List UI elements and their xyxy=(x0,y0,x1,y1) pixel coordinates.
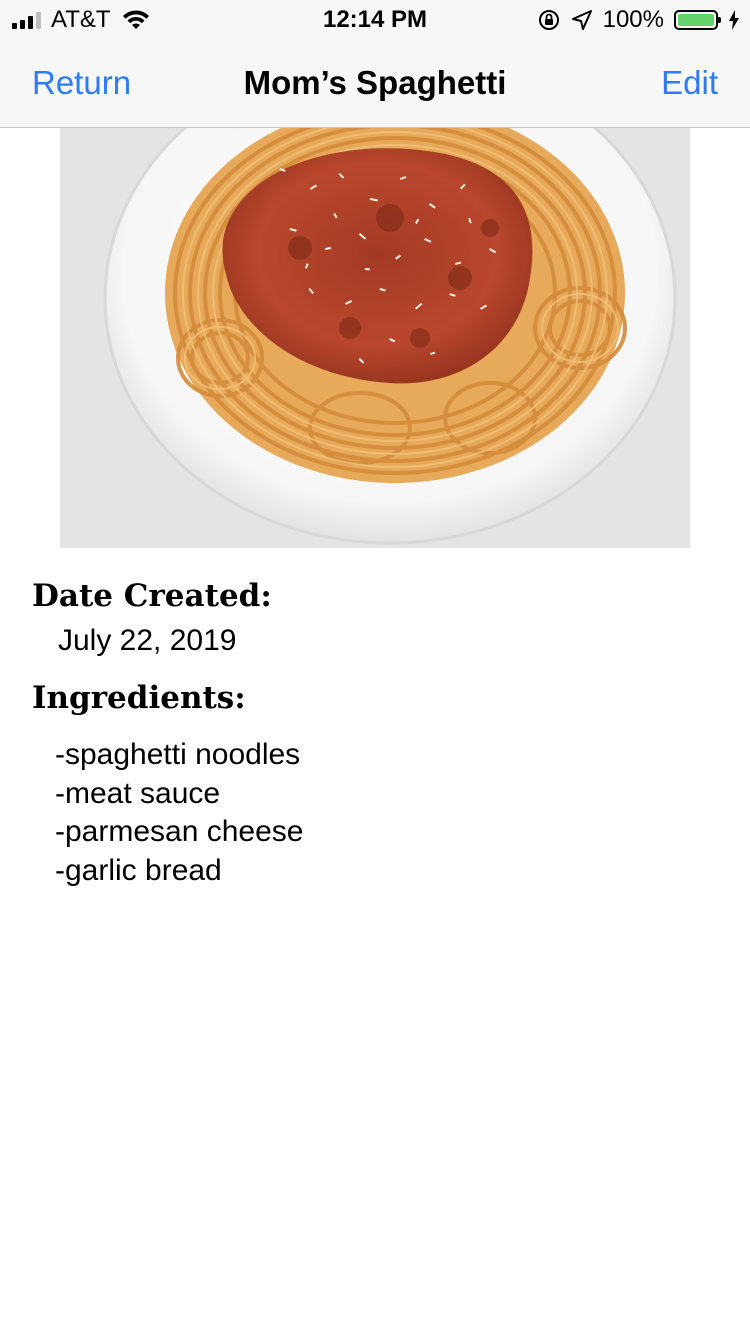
list-item: -garlic bread xyxy=(55,853,222,887)
battery-fill xyxy=(678,14,714,26)
charging-bolt-icon xyxy=(729,10,739,30)
ingredients-list: -spaghetti noodles -meat sauce -parmesan… xyxy=(55,736,303,890)
ingredients-label: Ingredients: xyxy=(32,680,246,716)
status-right: 100% xyxy=(537,6,740,34)
date-created-value: July 22, 2019 xyxy=(58,624,237,657)
date-created-label: Date Created: xyxy=(32,578,272,614)
orientation-lock-icon xyxy=(538,10,559,30)
edit-button[interactable]: Edit xyxy=(661,64,718,102)
page-title: Mom’s Spaghetti xyxy=(243,64,507,101)
battery-icon xyxy=(674,10,721,30)
status-bar: AT&T 12:14 PM 100% xyxy=(0,0,750,40)
list-item: -meat sauce xyxy=(55,776,221,810)
location-arrow-icon xyxy=(571,10,592,30)
battery-percent: 100% xyxy=(602,6,664,33)
spaghetti-photo-icon xyxy=(60,128,690,548)
recipe-photo xyxy=(60,128,690,548)
list-item: -parmesan cheese xyxy=(55,815,304,848)
navigation-bar: Return Mom’s Spaghetti Edit xyxy=(0,40,750,128)
list-item: -spaghetti noodles xyxy=(55,738,301,771)
